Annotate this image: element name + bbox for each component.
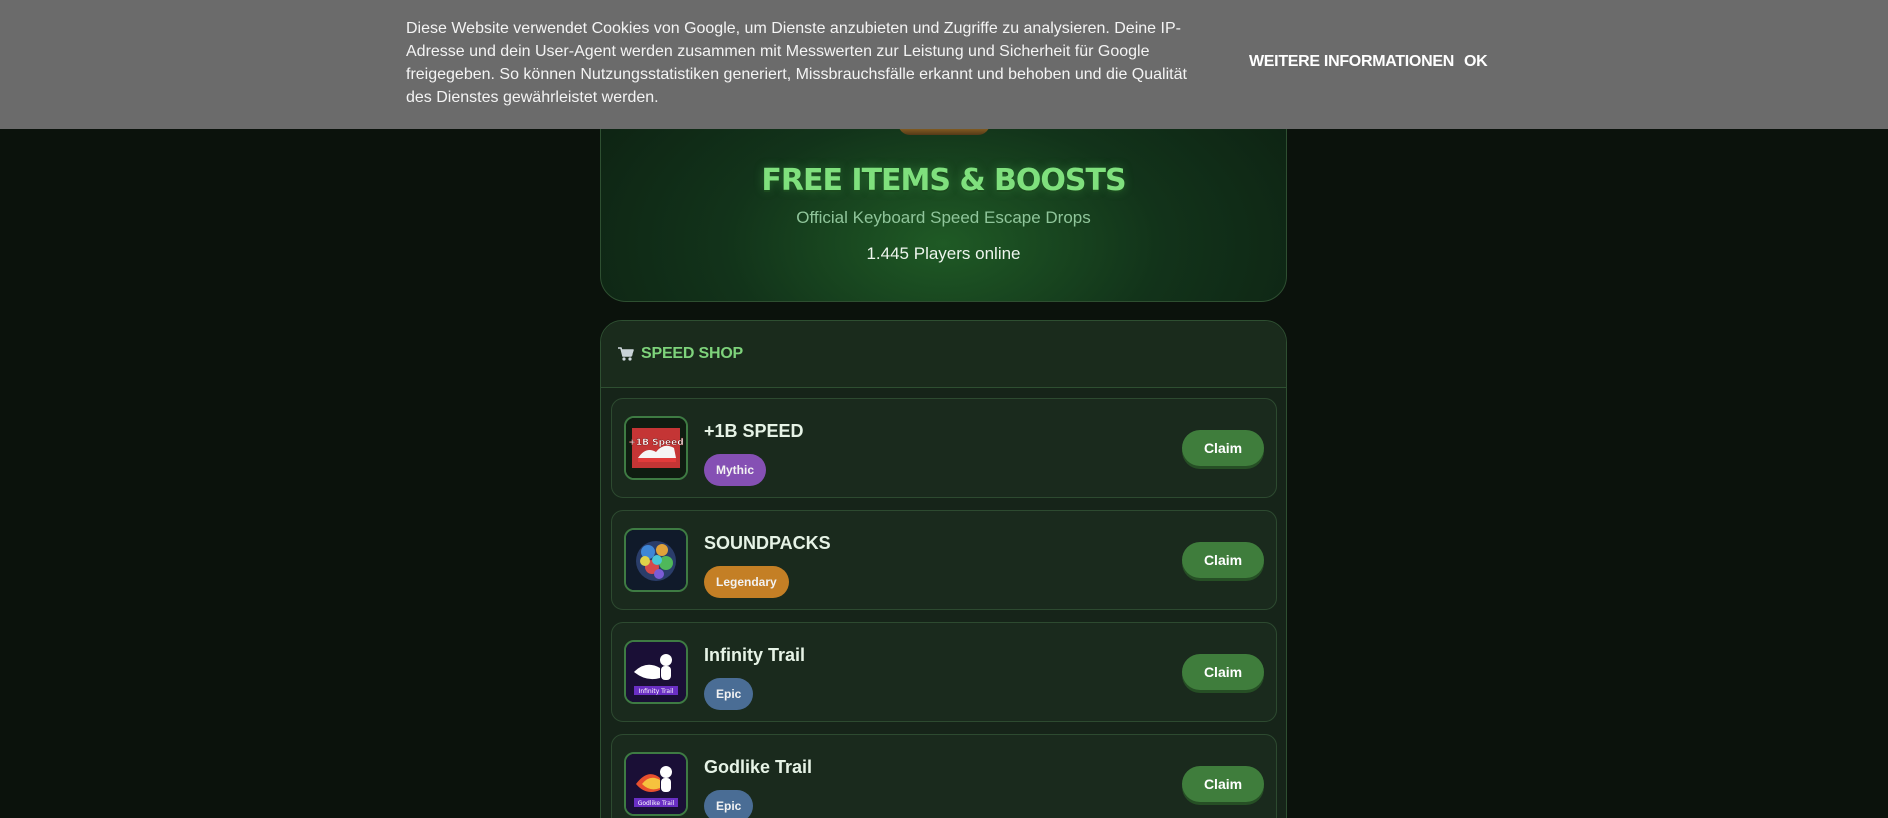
item-name: SOUNDPACKS — [704, 533, 831, 553]
claim-button[interactable]: Claim — [1182, 542, 1264, 578]
item-name: Infinity Trail — [704, 645, 806, 665]
svg-text:Godlike Trail: Godlike Trail — [638, 800, 675, 807]
rarity-badge: Mythic — [704, 454, 767, 486]
claim-button[interactable]: Claim — [1182, 430, 1264, 466]
players-online: 1.445 Players online — [866, 244, 1021, 263]
shop-header: SPEED SHOP — [601, 321, 1286, 388]
item-name: +1B SPEED — [704, 421, 804, 441]
shop-title: SPEED SHOP — [641, 345, 744, 362]
speed-shop-panel: SPEED SHOP +1B Speed +1B SPEED Mythic Cl… — [600, 320, 1287, 818]
rarity-badge: Epic — [704, 678, 754, 710]
item-thumbnail-speed: +1B Speed — [624, 416, 688, 480]
more-info-link[interactable]: WEITERE INFORMATIONEN — [1249, 53, 1454, 71]
item-thumbnail-infinity-trail: Infinity Trail — [624, 640, 688, 704]
rarity-badge: Epic — [704, 790, 754, 818]
shop-item: +1B Speed +1B SPEED Mythic Claim — [611, 398, 1277, 498]
claim-button[interactable]: Claim — [1182, 654, 1264, 690]
cart-icon — [617, 346, 635, 362]
hero-subtitle: Official Keyboard Speed Escape Drops — [796, 208, 1091, 227]
shop-item: Godlike Trail Godlike Trail Epic Claim — [611, 734, 1277, 818]
page: FREE ITEMS & BOOSTS Official Keyboard Sp… — [0, 0, 1888, 818]
item-name: Godlike Trail — [704, 757, 813, 777]
item-thumbnail-godlike-trail: Godlike Trail — [624, 752, 688, 816]
hero-title: FREE ITEMS & BOOSTS — [761, 163, 1126, 198]
item-thumbnail-soundpacks — [624, 528, 688, 592]
ok-button[interactable]: OK — [1464, 53, 1488, 71]
rarity-badge: Legendary — [704, 566, 789, 598]
cookie-banner: Diese Website verwendet Cookies von Goog… — [0, 0, 1888, 129]
cookie-notice-text: Diese Website verwendet Cookies von Goog… — [406, 20, 1187, 106]
shop-item: Infinity Trail Infinity Trail Epic Claim — [611, 622, 1277, 722]
svg-text:Infinity Trail: Infinity Trail — [639, 688, 674, 695]
claim-button[interactable]: Claim — [1182, 766, 1264, 802]
shop-item: SOUNDPACKS Legendary Claim — [611, 510, 1277, 610]
svg-text:+1B Speed: +1B Speed — [628, 438, 683, 448]
